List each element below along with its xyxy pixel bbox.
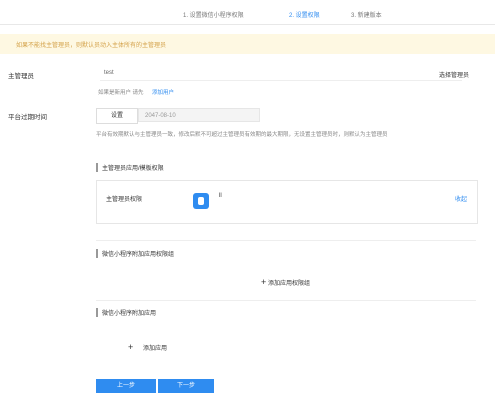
mini-app-section-title: 微信小程序附加应用: [96, 308, 156, 317]
step-1: 1. 设置微信小程序权限: [183, 13, 244, 19]
admin-label: 主管理员: [8, 73, 34, 80]
plus-icon: +: [128, 342, 134, 352]
expiry-description: 平台有效期默认与主管理员一致，修改后默不可超过主管理员有效期的最大期限，无设置主…: [96, 132, 388, 138]
plus-icon: +: [261, 277, 267, 287]
add-perm-group-button[interactable]: + 添加应用权限组: [261, 277, 310, 287]
prev-button[interactable]: 上一步: [96, 379, 156, 393]
divider: [96, 240, 476, 241]
app-name: ll: [219, 193, 222, 199]
expiry-date-input[interactable]: 2047-08-10: [138, 108, 260, 122]
add-perm-group-label: 添加应用权限组: [267, 281, 310, 287]
admin-input[interactable]: [100, 66, 462, 81]
step-indicator: 1. 设置微信小程序权限 2. 设置权限 3. 新建版本: [0, 0, 495, 25]
app-icon: [193, 193, 209, 209]
step-3: 3. 新建版本: [351, 13, 382, 19]
notice-text: 如果不能找主管理员，则默认员动入主体所有的主管理员: [16, 43, 167, 49]
step-2-active: 2. 设置权限: [289, 13, 320, 19]
add-app-label: 添加应用: [142, 346, 167, 352]
collapse-link[interactable]: 收起: [455, 194, 467, 203]
admin-perm-card: [96, 180, 478, 224]
admin-value: test: [104, 70, 114, 76]
expiry-label: 平台过期时间: [8, 114, 47, 121]
expiry-set-select[interactable]: 设置: [96, 108, 138, 124]
admin-perm-label: 主管理员权限: [106, 197, 143, 203]
expiry-set-label: 设置: [110, 113, 123, 119]
mini-perm-section-title: 微信小程序附加应用权限组: [96, 249, 174, 258]
select-admin-button[interactable]: 选择管理员: [439, 70, 469, 79]
add-user-link[interactable]: 添加用户: [152, 88, 174, 96]
add-app-button[interactable]: + 添加应用: [128, 342, 167, 352]
admin-perm-section-title: 主管理员应用/模板权限: [96, 163, 164, 172]
divider: [96, 300, 476, 301]
notice-banner: 如果不能找主管理员，则默认员动入主体所有的主管理员: [0, 34, 495, 54]
next-button[interactable]: 下一步: [158, 379, 214, 393]
admin-hint: 如果是新用户 请先: [98, 90, 144, 96]
